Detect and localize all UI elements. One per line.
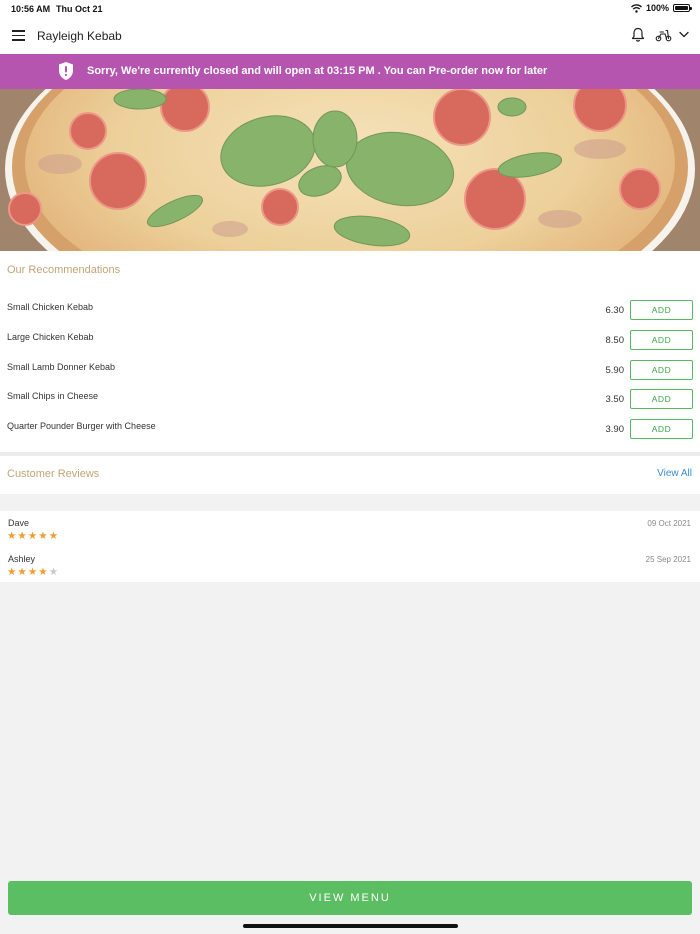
recommendation-item: Large Chicken Kebab 8.50 ADD	[0, 330, 700, 354]
item-name: Quarter Pounder Burger with Cheese	[7, 421, 156, 431]
star-filled-icon: ★	[7, 566, 17, 578]
add-button[interactable]: ADD	[630, 389, 693, 409]
reviews-list: Dave 09 Oct 2021 ★ ★ ★ ★ ★ Ashley 25 Sep 202…	[0, 511, 700, 582]
reviews-header: Customer Reviews View All	[0, 456, 700, 494]
add-button[interactable]: ADD	[630, 419, 693, 439]
star-rating: ★ ★ ★ ★ ★	[7, 567, 58, 578]
recommendations-title: Our Recommendations	[7, 264, 121, 276]
star-filled-icon: ★	[38, 566, 48, 578]
status-bar: 10:56 AM Thu Oct 21 100%	[0, 0, 700, 18]
battery-percent: 100%	[645, 3, 669, 13]
bell-icon[interactable]	[631, 27, 645, 43]
status-indicators: 100%	[630, 3, 692, 13]
closed-message: Sorry, We're currently closed and will o…	[87, 65, 548, 77]
battery-level	[675, 6, 688, 10]
page-title: Rayleigh Kebab	[37, 29, 122, 43]
menu-icon[interactable]	[12, 30, 25, 41]
reviews-title: Customer Reviews	[7, 468, 100, 480]
add-button[interactable]: ADD	[630, 300, 693, 320]
item-name: Small Lamb Donner Kebab	[7, 362, 116, 372]
star-filled-icon: ★	[7, 530, 17, 542]
star-filled-icon: ★	[38, 530, 48, 542]
closed-banner: Sorry, We're currently closed and will o…	[0, 54, 700, 89]
review-date: 09 Oct 2021	[647, 519, 691, 528]
review-item: Ashley 25 Sep 2021 ★ ★ ★ ★ ★	[0, 554, 700, 586]
recommendation-item: Small Lamb Donner Kebab 5.90 ADD	[0, 360, 700, 384]
chevron-down-icon[interactable]	[679, 31, 689, 38]
item-name: Large Chicken Kebab	[7, 332, 94, 342]
shield-alert-icon	[59, 62, 73, 80]
status-time: 10:56 AM	[11, 4, 51, 14]
add-button[interactable]: ADD	[630, 360, 693, 380]
add-button[interactable]: ADD	[630, 330, 693, 350]
item-price: 5.90	[605, 365, 625, 376]
wifi-icon	[630, 3, 642, 13]
star-filled-icon: ★	[48, 530, 59, 542]
recommendation-item: Small Chicken Kebab 6.30 ADD	[0, 300, 700, 324]
recommendation-item: Small Chips in Cheese 3.50 ADD	[0, 389, 700, 413]
status-date: Thu Oct 21	[56, 4, 103, 14]
home-indicator	[243, 924, 458, 928]
app-header: Rayleigh Kebab	[0, 18, 700, 54]
view-menu-button[interactable]: VIEW MENU	[8, 881, 692, 915]
hero-pizza-image	[0, 89, 700, 251]
star-filled-icon: ★	[17, 566, 27, 578]
item-name: Small Chicken Kebab	[7, 302, 94, 312]
review-date: 25 Sep 2021	[645, 555, 691, 564]
star-filled-icon: ★	[27, 530, 38, 542]
scooter-icon[interactable]	[655, 29, 672, 42]
item-price: 3.50	[605, 394, 625, 405]
reviewer-name: Ashley	[8, 554, 36, 564]
recommendation-item: Quarter Pounder Burger with Cheese 3.90 …	[0, 419, 700, 443]
recommendations-section: Our Recommendations Small Chicken Kebab …	[0, 251, 700, 452]
star-rating: ★ ★ ★ ★ ★	[7, 531, 58, 542]
star-filled-icon: ★	[27, 566, 38, 578]
review-item: Dave 09 Oct 2021 ★ ★ ★ ★ ★	[0, 518, 700, 550]
item-price: 6.30	[605, 305, 625, 316]
reviewer-name: Dave	[8, 518, 30, 528]
item-price: 8.50	[605, 335, 625, 346]
star-filled-icon: ★	[17, 530, 27, 542]
battery-icon	[673, 4, 692, 12]
item-name: Small Chips in Cheese	[7, 391, 99, 401]
view-all-link[interactable]: View All	[657, 468, 692, 479]
item-price: 3.90	[605, 424, 625, 435]
star-empty-icon: ★	[48, 566, 59, 578]
